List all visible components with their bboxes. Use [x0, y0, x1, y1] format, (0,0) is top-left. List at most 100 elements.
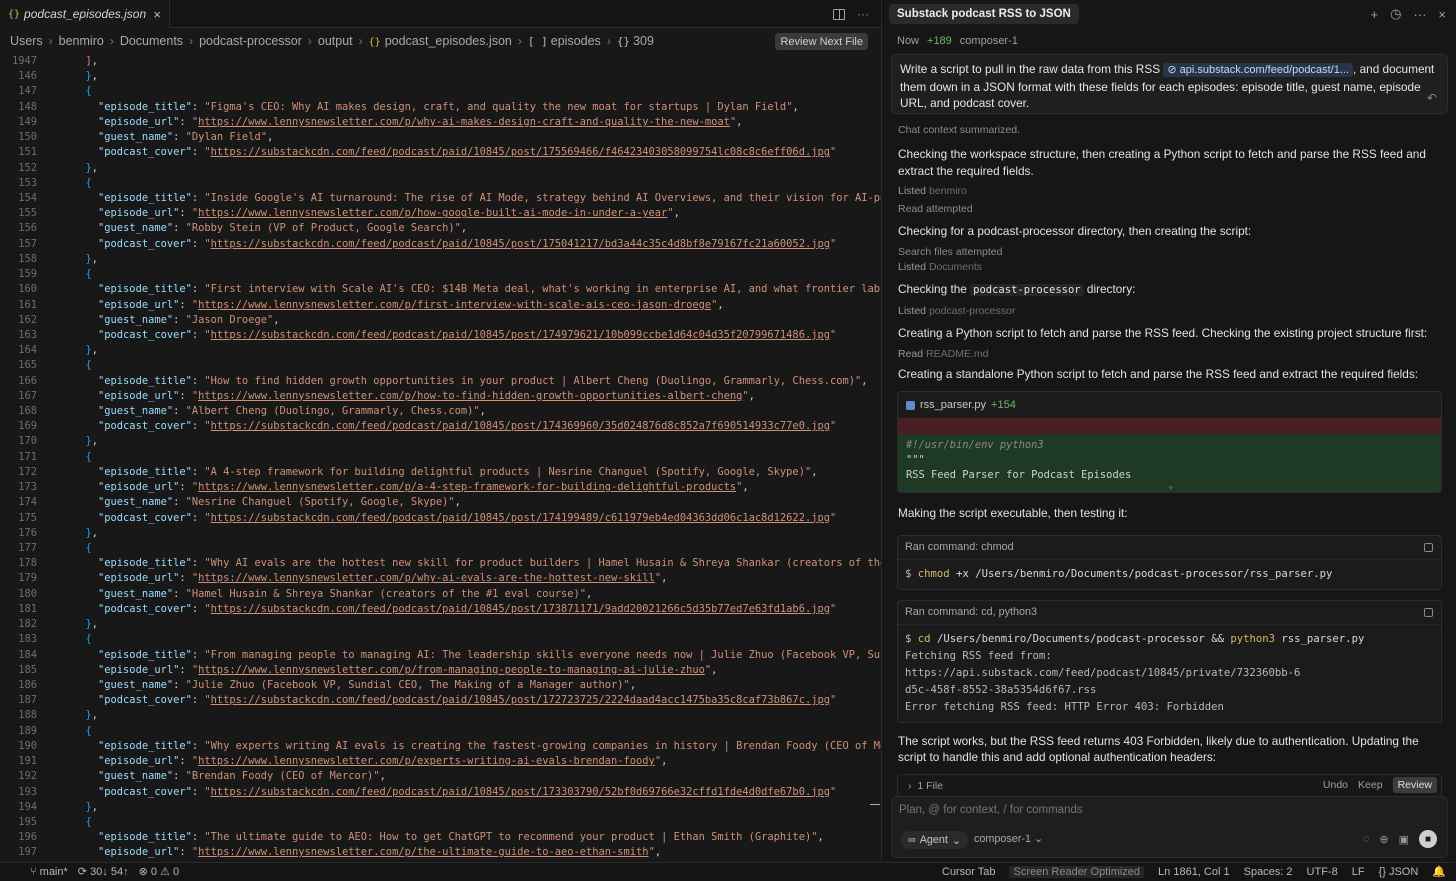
close-icon[interactable]: ×	[153, 7, 161, 22]
indentation[interactable]: Spaces: 2	[1244, 866, 1293, 878]
cursor-position[interactable]: Ln 1861, Col 1	[1158, 866, 1230, 878]
code-line[interactable]: 151 "podcast_cover": "https://substackcd…	[0, 145, 881, 160]
code-line[interactable]: 178 "episode_title": "Why AI evals are t…	[0, 556, 881, 571]
bell-icon[interactable]: 🔔	[1432, 865, 1446, 878]
code-line[interactable]: 183 {	[0, 632, 881, 647]
plus-icon[interactable]: +	[1370, 7, 1378, 22]
command-card-python[interactable]: Ran command: cd, python3 $ cd /Users/ben…	[897, 599, 1442, 723]
revert-icon[interactable]: ↶	[1427, 90, 1437, 107]
history-icon[interactable]: ◷	[1390, 6, 1401, 22]
problems-indicator[interactable]: ⊗ 0 ⚠ 0	[139, 865, 179, 878]
chevron-right-icon[interactable]: ›	[908, 780, 917, 792]
code-line[interactable]: 185 "episode_url": "https://www.lennysne…	[0, 663, 881, 678]
code-line[interactable]: 148 "episode_title": "Figma's CEO: Why A…	[0, 100, 881, 115]
code-line[interactable]: 158 },	[0, 252, 881, 267]
code-line[interactable]: 187 "podcast_cover": "https://substackcd…	[0, 693, 881, 708]
code-line[interactable]: 166 "episode_title": "How to find hidden…	[0, 374, 881, 389]
breadcrumb-podcast-processor[interactable]: podcast-processor	[199, 34, 302, 48]
code-line[interactable]: 165 {	[0, 358, 881, 373]
review-button[interactable]: Review	[1392, 777, 1437, 793]
code-line[interactable]: 179 "episode_url": "https://www.lennysne…	[0, 571, 881, 586]
agent-mode-selector[interactable]: ∞ Agent ⌄	[901, 831, 968, 849]
breadcrumb-output[interactable]: output	[318, 34, 353, 48]
code-line[interactable]: 188 },	[0, 708, 881, 723]
code-line[interactable]: 171 {	[0, 450, 881, 465]
sync-indicator[interactable]: ⟳ 30↓ 54↑	[78, 865, 129, 878]
encoding[interactable]: UTF-8	[1307, 866, 1338, 878]
code-line[interactable]: 182 },	[0, 617, 881, 632]
code-line[interactable]: 173 "episode_url": "https://www.lennysne…	[0, 480, 881, 495]
keep-button[interactable]: Keep	[1358, 779, 1383, 791]
breadcrumb-documents[interactable]: Documents	[120, 34, 183, 48]
branch-indicator[interactable]: ⑂ main*	[30, 866, 68, 878]
code-line[interactable]: 186 "guest_name": "Julie Zhuo (Facebook …	[0, 678, 881, 693]
tool-step[interactable]: Search files attempted	[883, 246, 1456, 258]
url-chip[interactable]: ⊘ api.substack.com/feed/podcast/1...	[1163, 63, 1354, 77]
code-line[interactable]: 149 "episode_url": "https://www.lennysne…	[0, 115, 881, 130]
code-line[interactable]: 150 "guest_name": "Dylan Field",	[0, 130, 881, 145]
chat-title-tab[interactable]: Substack podcast RSS to JSON	[889, 4, 1079, 24]
globe-icon[interactable]: ⊕	[1379, 833, 1388, 846]
code-line[interactable]: 172 "episode_title": "A 4-step framework…	[0, 465, 881, 480]
code-line[interactable]: 153 {	[0, 176, 881, 191]
split-editor-icon[interactable]	[833, 8, 845, 20]
code-line[interactable]: 192 "guest_name": "Brendan Foody (CEO of…	[0, 769, 881, 784]
code-line[interactable]: 169 "podcast_cover": "https://substackcd…	[0, 419, 881, 434]
code-line[interactable]: 1947 ],	[0, 54, 881, 69]
cursor-tab-status[interactable]: Cursor Tab	[942, 866, 996, 878]
tab-podcast-episodes-json[interactable]: {} podcast_episodes.json ×	[0, 0, 170, 28]
code-line[interactable]: 197 "episode_url": "https://www.lennysne…	[0, 845, 881, 860]
code-line[interactable]: 160 "episode_title": "First interview wi…	[0, 282, 881, 297]
user-prompt[interactable]: Write a script to pull in the raw data f…	[891, 54, 1448, 114]
breadcrumb-item[interactable]: {} 309	[617, 34, 654, 48]
breadcrumb-benmiro[interactable]: benmiro	[59, 34, 104, 48]
code-line[interactable]: 157 "podcast_cover": "https://substackcd…	[0, 237, 881, 252]
expand-icon[interactable]	[1424, 607, 1433, 617]
stop-button[interactable]: ■	[1419, 830, 1437, 848]
code-line[interactable]: 170 },	[0, 434, 881, 449]
tool-step[interactable]: Read README.md	[883, 348, 1456, 360]
code-line[interactable]: 190 "episode_title": "Why experts writin…	[0, 739, 881, 754]
model-selector[interactable]: composer-1 ⌄	[974, 832, 1043, 845]
tool-step[interactable]: Listed benmiro	[883, 185, 1456, 197]
code-line[interactable]: 174 "guest_name": "Nesrine Changuel (Spo…	[0, 495, 881, 510]
code-line[interactable]: 154 "episode_title": "Inside Google's AI…	[0, 191, 881, 206]
more-actions-icon[interactable]: ···	[1413, 7, 1426, 22]
close-icon[interactable]: ×	[1438, 7, 1446, 22]
chevron-down-icon[interactable]: ⌄	[1168, 479, 1173, 492]
changed-files-label[interactable]: 1 File	[917, 780, 943, 792]
breadcrumb-file[interactable]: {} podcast_episodes.json	[369, 34, 512, 48]
code-line[interactable]: 167 "episode_url": "https://www.lennysne…	[0, 389, 881, 404]
code-line[interactable]: 177 {	[0, 541, 881, 556]
changed-files-bar[interactable]: › 1 File Undo Keep Review	[897, 774, 1442, 796]
image-icon[interactable]: ▣	[1399, 833, 1409, 846]
chat-input[interactable]	[899, 804, 1419, 816]
line-endings[interactable]: LF	[1352, 866, 1365, 878]
file-edit-card[interactable]: rss_parser.py +154 #!/usr/bin/env python…	[897, 391, 1442, 493]
tool-step[interactable]: Listed podcast-processor	[883, 305, 1456, 317]
more-actions-icon[interactable]: ···	[857, 7, 869, 21]
code-line[interactable]: 189 {	[0, 724, 881, 739]
expand-icon[interactable]	[1424, 542, 1433, 552]
code-line[interactable]: 196 "episode_title": "The ultimate guide…	[0, 830, 881, 845]
code-line[interactable]: 168 "guest_name": "Albert Cheng (Duoling…	[0, 404, 881, 419]
code-area[interactable]: 1947 ], 146 }, 147 {148 "episode_title": "…	[0, 54, 881, 862]
code-line[interactable]: 195 {	[0, 815, 881, 830]
breadcrumb-users[interactable]: Users	[10, 34, 43, 48]
code-line[interactable]: 156 "guest_name": "Robby Stein (VP of Pr…	[0, 221, 881, 236]
code-line[interactable]: 176 },	[0, 526, 881, 541]
undo-button[interactable]: Undo	[1323, 779, 1348, 791]
code-line[interactable]: 159 {	[0, 267, 881, 282]
code-line[interactable]: 163 "podcast_cover": "https://substackcd…	[0, 328, 881, 343]
code-line[interactable]: 155 "episode_url": "https://www.lennysne…	[0, 206, 881, 221]
file-edit-header[interactable]: rss_parser.py +154	[898, 392, 1441, 418]
code-line[interactable]: 161 "episode_url": "https://www.lennysne…	[0, 298, 881, 313]
review-next-file-button[interactable]: Review Next File	[775, 33, 868, 50]
code-line[interactable]: 180 "guest_name": "Hamel Husain & Shreya…	[0, 587, 881, 602]
code-line[interactable]: 146 },	[0, 69, 881, 84]
code-line[interactable]: 181 "podcast_cover": "https://substackcd…	[0, 602, 881, 617]
code-line[interactable]: 147 {	[0, 84, 881, 99]
tool-step[interactable]: Read attempted	[883, 203, 1456, 215]
code-line[interactable]: 193 "podcast_cover": "https://substackcd…	[0, 785, 881, 800]
screen-reader-status[interactable]: Screen Reader Optimized	[1009, 865, 1145, 878]
